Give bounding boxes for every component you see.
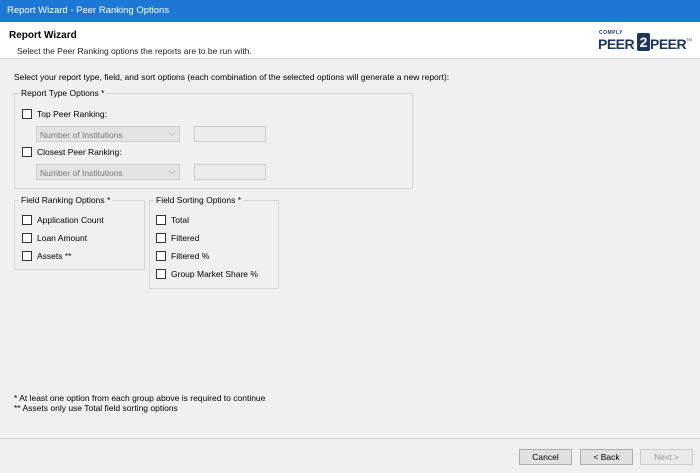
checkbox-box[interactable] [22, 147, 32, 157]
checkbox-box[interactable] [156, 269, 166, 279]
total-checkbox[interactable]: Total [156, 215, 189, 225]
chevron-down-icon: ⌵ [168, 129, 175, 138]
checkbox-box[interactable] [22, 233, 32, 243]
wizard-title: Report Wizard [9, 30, 77, 41]
assets-checkbox[interactable]: Assets ** [22, 251, 72, 261]
closest-peer-count-dropdown[interactable]: Number of Institutions ⌵ [36, 164, 180, 180]
top-peer-ranking-checkbox[interactable]: Top Peer Ranking: [22, 109, 107, 119]
top-peer-count-input[interactable] [194, 126, 266, 142]
window-title: Report Wizard - Peer Ranking Options [7, 5, 170, 16]
next-button[interactable]: Next > [640, 449, 693, 465]
top-peer-ranking-label: Top Peer Ranking: [37, 109, 107, 119]
wizard-header: Report Wizard Select the Peer Ranking op… [0, 22, 700, 59]
group-market-share-checkbox[interactable]: Group Market Share % [156, 269, 258, 279]
back-button[interactable]: < Back [580, 449, 633, 465]
filtered-checkbox[interactable]: Filtered [156, 233, 199, 243]
checkbox-box[interactable] [156, 233, 166, 243]
footnote-assets: ** Assets only use Total field sorting o… [14, 403, 178, 413]
checkbox-box[interactable] [22, 109, 32, 119]
filtered-percent-checkbox[interactable]: Filtered % [156, 251, 209, 261]
closest-peer-ranking-checkbox[interactable]: Closest Peer Ranking: [22, 147, 122, 157]
footer-divider [0, 438, 700, 439]
checkbox-box[interactable] [22, 251, 32, 261]
window-titlebar: Report Wizard - Peer Ranking Options [0, 0, 700, 22]
checkbox-box[interactable] [156, 251, 166, 261]
field-ranking-legend: Field Ranking Options * [21, 195, 111, 205]
report-type-legend: Report Type Options * [21, 88, 105, 98]
application-count-checkbox[interactable]: Application Count [22, 215, 104, 225]
checkbox-box[interactable] [22, 215, 32, 225]
checkbox-box[interactable] [156, 215, 166, 225]
instructions-text: Select your report type, field, and sort… [14, 72, 450, 82]
closest-peer-ranking-label: Closest Peer Ranking: [37, 147, 122, 157]
cancel-button[interactable]: Cancel [519, 449, 572, 465]
footnote-required: * At least one option from each group ab… [14, 393, 266, 403]
loan-amount-checkbox[interactable]: Loan Amount [22, 233, 87, 243]
top-peer-count-dropdown[interactable]: Number of Institutions ⌵ [36, 126, 180, 142]
field-sorting-legend: Field Sorting Options * [156, 195, 242, 205]
closest-peer-count-input[interactable] [194, 164, 266, 180]
comply-peer2peer-logo: COMPLY PEER 2 PEER TM [598, 30, 692, 52]
chevron-down-icon: ⌵ [168, 167, 175, 176]
wizard-subtitle: Select the Peer Ranking options the repo… [17, 46, 252, 56]
